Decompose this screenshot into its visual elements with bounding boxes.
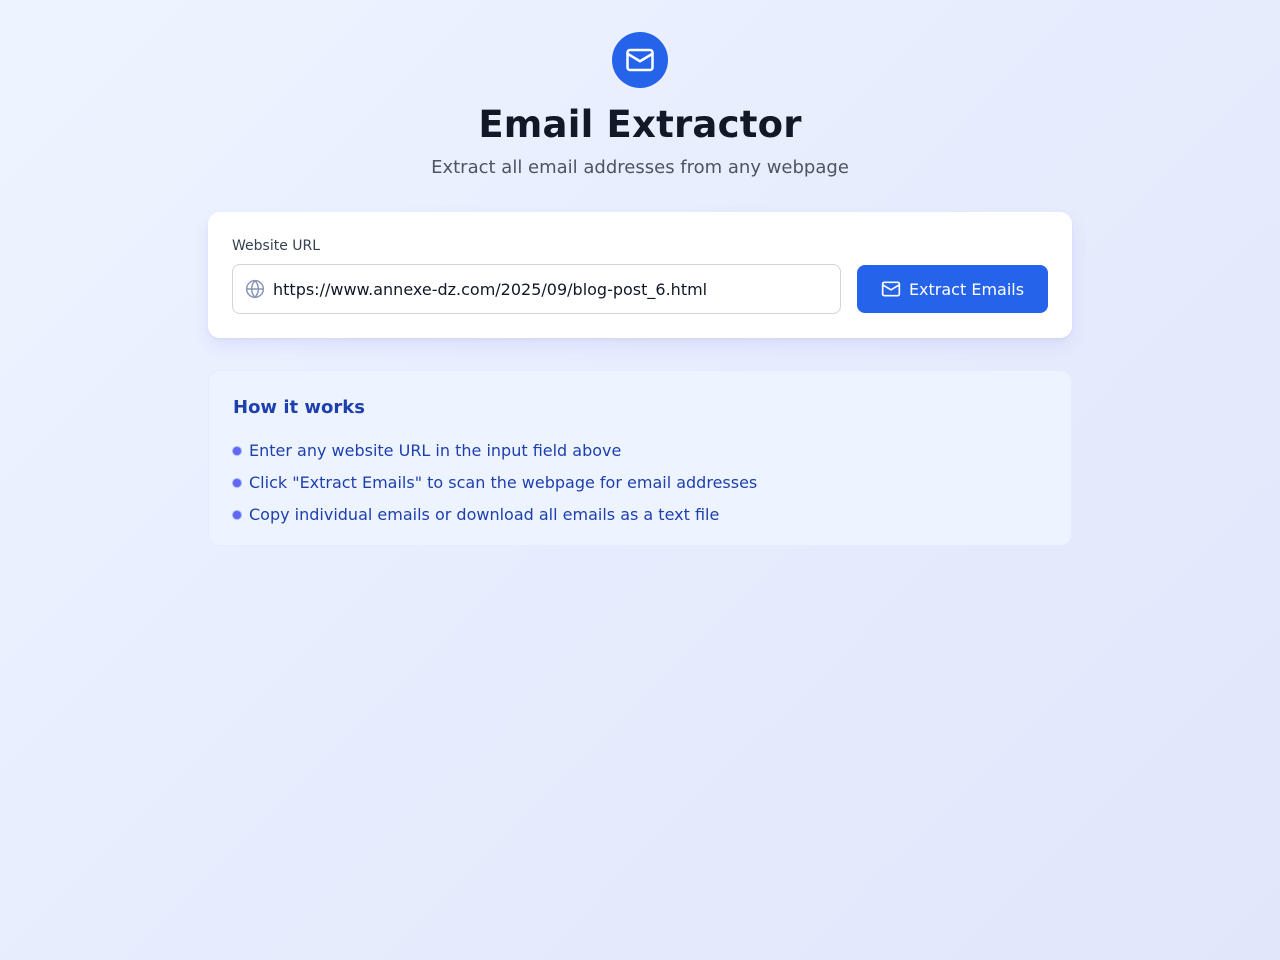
mail-icon [881,279,901,299]
list-item-text: Copy individual emails or download all e… [249,505,720,524]
bullet-icon [233,479,241,487]
list-item: Enter any website URL in the input field… [233,435,1047,467]
url-field-label: Website URL [232,238,321,254]
page-header: Email Extractor Extract all email addres… [0,32,1280,180]
bullet-icon [233,447,241,455]
url-input[interactable]: https://www.annexe-dz.com/2025/09/blog-p… [232,264,841,314]
logo [612,32,668,88]
how-it-works-list: Enter any website URL in the input field… [233,435,1047,531]
list-item: Click "Extract Emails" to scan the webpa… [233,467,1047,499]
mail-icon [626,48,654,72]
how-it-works-title: How it works [233,397,365,418]
page-subtitle: Extract all email addresses from any web… [431,157,849,178]
how-it-works-panel: How it works Enter any website URL in th… [208,370,1072,546]
globe-icon [245,279,265,299]
url-form-card: Website URL https://www.annexe-dz.com/20… [208,212,1072,338]
url-input-value: https://www.annexe-dz.com/2025/09/blog-p… [273,279,708,299]
bullet-icon [233,511,241,519]
list-item: Copy individual emails or download all e… [233,499,1047,531]
list-item-text: Enter any website URL in the input field… [249,441,622,460]
page-title: Email Extractor [478,103,802,146]
url-form-row: https://www.annexe-dz.com/2025/09/blog-p… [232,264,1048,314]
extract-emails-button[interactable]: Extract Emails [857,265,1048,313]
list-item-text: Click "Extract Emails" to scan the webpa… [249,473,758,492]
extract-emails-label: Extract Emails [908,279,1025,299]
